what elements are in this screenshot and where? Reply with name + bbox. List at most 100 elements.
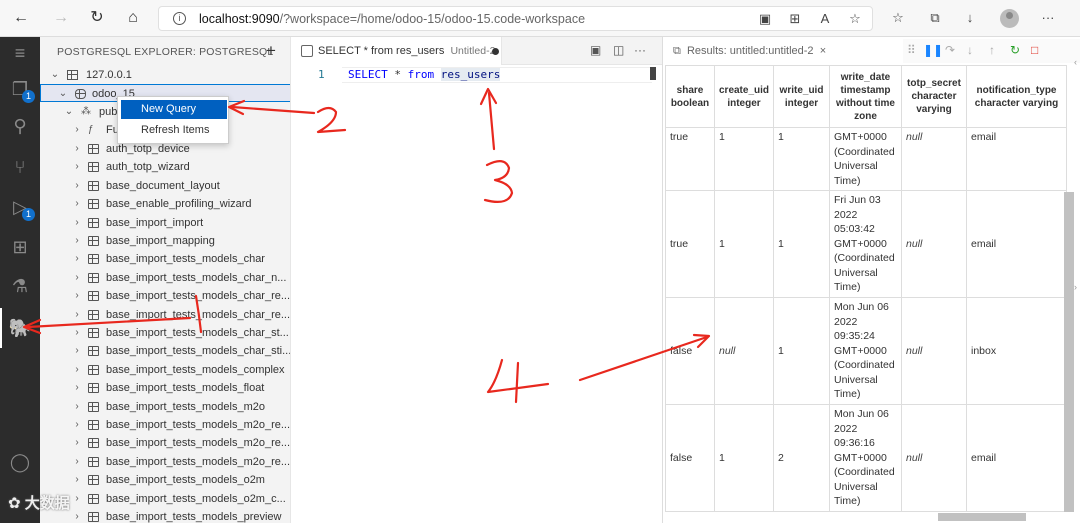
favorite-add-icon[interactable]: ☆	[847, 11, 863, 27]
tree-table-item[interactable]: › base_import_tests_models_char	[40, 250, 290, 268]
cell-notification-type[interactable]: email	[966, 127, 1067, 191]
tree-table-item[interactable]: › base_document_layout	[40, 177, 290, 195]
tree-table-item[interactable]: › base_import_tests_models_char_re...	[40, 306, 290, 324]
tree-table-item[interactable]: › base_import_tests_models_char_n...	[40, 269, 290, 287]
tree-table-item[interactable]: › base_import_tests_models_m2o_re...	[40, 453, 290, 471]
chevron-right-icon[interactable]: ›	[72, 158, 82, 176]
tree-table-item[interactable]: › base_import_tests_models_complex	[40, 361, 290, 379]
chevron-right-icon[interactable]: ›	[72, 269, 82, 287]
chevron-right-icon[interactable]: ›	[72, 471, 82, 489]
chevron-right-icon[interactable]: ›	[72, 250, 82, 268]
editor-tab[interactable]: SELECT * from res_users Untitled-2	[292, 37, 502, 65]
tree-server[interactable]: ⌄ 127.0.0.1	[40, 66, 290, 84]
chevron-right-icon[interactable]: ›	[72, 434, 82, 452]
table-row[interactable]: false 1 2 Mon Jun 06 2022 09:36:16 GMT+0000 (Co…	[665, 404, 1067, 512]
address-bar[interactable]: i localhost:9090/?workspace=/home/odoo-1…	[158, 6, 873, 31]
results-tab[interactable]: ⧉ Results: untitled:untitled-2 ×	[673, 45, 826, 58]
chevron-right-icon[interactable]: ›	[72, 490, 82, 508]
close-icon[interactable]: ×	[820, 45, 826, 57]
table-row[interactable]: false null 1 Mon Jun 06 2022 09:35:24 GMT+0000…	[665, 297, 1067, 405]
tree-table-item[interactable]: › base_import_tests_models_char_sti...	[40, 342, 290, 360]
cell-write-date[interactable]: Fri Jun 03 2022 05:03:42 GMT+0000 (Coordinat…	[829, 190, 902, 298]
cell-create-uid[interactable]: 1	[714, 190, 774, 298]
forward-icon[interactable]: →	[52, 9, 70, 27]
column-header[interactable]: share boolean	[665, 65, 715, 128]
tree-table-item[interactable]: › base_import_tests_models_char_re...	[40, 287, 290, 305]
search-icon[interactable]: ⚲	[8, 114, 32, 138]
cell-create-uid[interactable]: 1	[714, 127, 774, 191]
apps-icon[interactable]: ⊞	[787, 11, 803, 27]
postgresql-icon[interactable]: 🐘	[8, 316, 32, 340]
add-connection-button[interactable]: +	[266, 41, 276, 61]
code-line[interactable]: 1 SELECT * from res_users	[292, 67, 662, 83]
cell-totp-secret[interactable]: null	[901, 190, 967, 298]
cell-write-date[interactable]: GMT+0000 (Coordinated Universal Time)	[829, 127, 902, 191]
favorites-icon[interactable]: ☆	[890, 10, 906, 26]
site-info-icon[interactable]: i	[173, 12, 186, 25]
extensions-icon[interactable]: ⊞	[8, 235, 32, 259]
cell-totp-secret[interactable]: null	[901, 404, 967, 512]
chevron-right-icon[interactable]: ›	[72, 398, 82, 416]
tree-table-item[interactable]: › base_import_tests_models_m2o_re...	[40, 416, 290, 434]
chevron-right-icon[interactable]: ›	[72, 140, 82, 158]
column-header[interactable]: write_date timestamp without time zone	[829, 65, 902, 128]
more-actions-icon[interactable]: ···	[634, 43, 646, 57]
chevron-right-icon[interactable]: ›	[72, 324, 82, 342]
table-row[interactable]: true 1 1 Fri Jun 03 2022 05:03:42 GMT+0000 (Coo…	[665, 190, 1067, 298]
cell-notification-type[interactable]: email	[966, 190, 1067, 298]
testing-icon[interactable]: ⚗	[8, 274, 32, 298]
home-icon[interactable]: ⌂	[124, 9, 142, 27]
new-query-menu-item[interactable]: New Query	[121, 100, 227, 119]
chevron-right-icon[interactable]: ›	[72, 361, 82, 379]
cell-share[interactable]: true	[665, 190, 715, 298]
refresh-items-menu-item[interactable]: Refresh Items	[121, 121, 227, 140]
tree-table-item[interactable]: › base_import_mapping	[40, 232, 290, 250]
chevron-right-icon[interactable]: ›	[72, 508, 82, 523]
more-icon[interactable]: ···	[1040, 10, 1056, 26]
account-icon[interactable]: ◯	[8, 450, 32, 474]
cell-share[interactable]: false	[665, 297, 715, 405]
chevron-right-icon[interactable]: ›	[72, 232, 82, 250]
reload-icon[interactable]: ↻	[88, 9, 106, 27]
table-row[interactable]: true 1 1 GMT+0000 (Coordinated Universal Time)…	[665, 127, 1067, 191]
cell-totp-secret[interactable]: null	[901, 127, 967, 191]
chevron-right-icon[interactable]: ›	[72, 214, 82, 232]
cell-notification-type[interactable]: inbox	[966, 297, 1067, 405]
cell-write-uid[interactable]: 2	[773, 404, 830, 512]
source-control-icon[interactable]: ⑂	[8, 155, 32, 179]
tracking-icon[interactable]: ▣	[757, 11, 773, 27]
cell-write-uid[interactable]: 1	[773, 127, 830, 191]
download-icon[interactable]: ↓	[962, 10, 978, 26]
cell-write-uid[interactable]: 1	[773, 190, 830, 298]
chevron-right-icon[interactable]: ›	[72, 342, 82, 360]
tree-table-item[interactable]: › base_import_tests_models_m2o_re...	[40, 434, 290, 452]
chevron-right-icon[interactable]: ›	[72, 453, 82, 471]
restart-icon[interactable]: ↻	[1010, 43, 1020, 57]
pause-icon[interactable]: ❚❚	[923, 43, 943, 57]
tree-table-item[interactable]: › base_import_import	[40, 214, 290, 232]
explorer-icon[interactable]: ❐ 1	[8, 77, 35, 103]
run-debug-icon[interactable]: ▷ 1	[8, 195, 35, 221]
column-header[interactable]: notification_type character varying	[966, 65, 1067, 128]
tree-table-item[interactable]: › base_import_tests_models_float	[40, 379, 290, 397]
tree-table-item[interactable]: › base_import_tests_models_o2m	[40, 471, 290, 489]
collections-icon[interactable]: ⧉	[927, 10, 943, 26]
cell-share[interactable]: false	[665, 404, 715, 512]
cell-write-date[interactable]: Mon Jun 06 2022 09:35:24 GMT+0000 (Coordinat…	[829, 297, 902, 405]
tree-table-item[interactable]: › auth_totp_wizard	[40, 158, 290, 176]
cell-write-date[interactable]: Mon Jun 06 2022 09:36:16 GMT+0000 (Coordinat…	[829, 404, 902, 512]
step-over-icon[interactable]: ↷	[945, 43, 955, 57]
column-header[interactable]: write_uid integer	[773, 65, 830, 128]
unsaved-dot-icon[interactable]	[492, 48, 499, 55]
column-header[interactable]: create_uid integer	[714, 65, 774, 128]
chevron-right-icon[interactable]: ›	[72, 195, 82, 213]
cell-share[interactable]: true	[665, 127, 715, 191]
column-header[interactable]: totp_secret character varying	[901, 65, 967, 128]
save-icon[interactable]: ▣	[590, 43, 601, 57]
split-editor-icon[interactable]: ◫	[613, 43, 624, 57]
vertical-scrollbar[interactable]	[1064, 192, 1074, 512]
chevron-down-icon[interactable]: ⌄	[50, 66, 60, 84]
step-out-icon[interactable]: ↑	[989, 43, 995, 57]
chevron-right-icon[interactable]: ›	[72, 379, 82, 397]
tree-table-item[interactable]: › base_import_tests_models_preview	[40, 508, 290, 523]
